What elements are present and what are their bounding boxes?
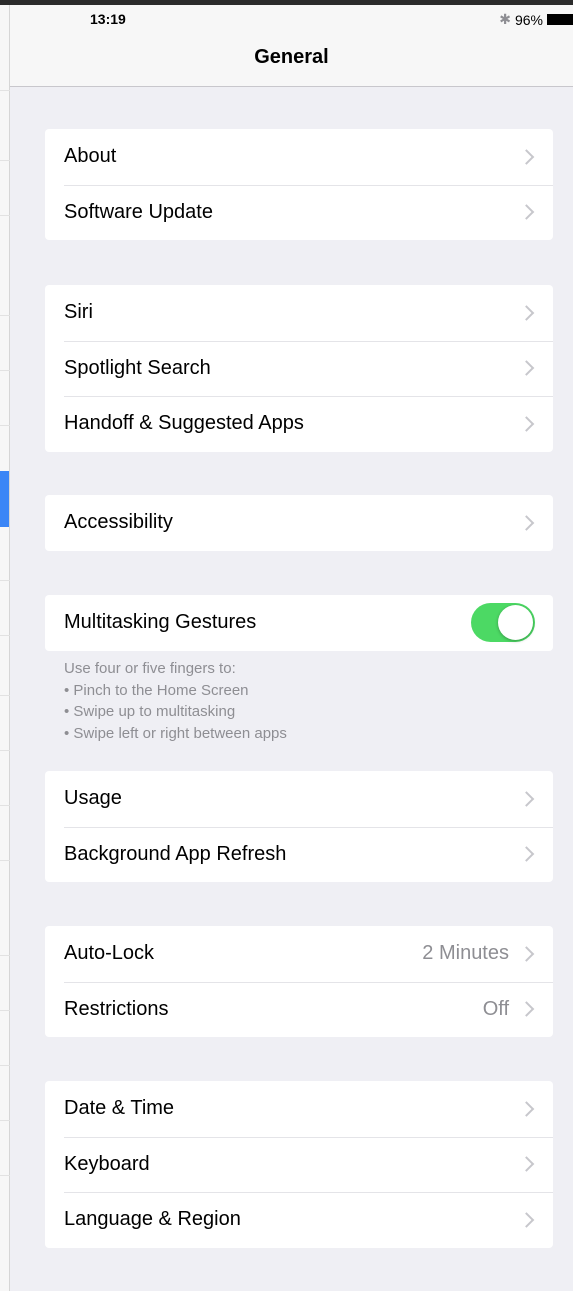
settings-group-lock: Auto-Lock 2 Minutes Restrictions Off xyxy=(45,926,553,1037)
settings-group-siri: Siri Spotlight Search Handoff & Suggeste… xyxy=(45,285,553,452)
divider xyxy=(0,1120,10,1121)
master-list-edge xyxy=(0,5,10,1291)
battery-percent: 96% xyxy=(514,11,543,28)
row-restrictions[interactable]: Restrictions Off xyxy=(45,981,553,1038)
row-label: Handoff & Suggested Apps xyxy=(64,412,304,435)
row-background-app-refresh[interactable]: Background App Refresh xyxy=(45,826,553,883)
settings-group-multitasking: Multitasking Gestures xyxy=(45,595,553,651)
settings-group-about: About Software Update xyxy=(45,129,553,240)
divider xyxy=(0,1010,10,1011)
row-multitasking-gestures: Multitasking Gestures xyxy=(45,595,553,651)
divider xyxy=(0,315,10,316)
bluetooth-icon: ✱ xyxy=(499,11,511,27)
footer-line: • Swipe left or right between apps xyxy=(64,724,287,742)
selected-item-indicator xyxy=(0,471,9,527)
row-usage[interactable]: Usage xyxy=(45,771,553,827)
divider xyxy=(0,695,10,696)
row-language-region[interactable]: Language & Region xyxy=(45,1192,553,1248)
navigation-bar: General xyxy=(10,33,573,87)
divider xyxy=(0,1065,10,1066)
chevron-right-icon xyxy=(518,1156,535,1173)
chevron-right-icon xyxy=(518,1211,535,1228)
chevron-right-icon xyxy=(518,415,535,432)
toggle-knob xyxy=(498,605,533,640)
divider xyxy=(0,635,10,636)
row-label: Restrictions xyxy=(64,997,169,1020)
chevron-right-icon xyxy=(518,148,535,165)
row-label: Background App Refresh xyxy=(64,842,287,865)
divider xyxy=(0,860,10,861)
divider xyxy=(0,425,10,426)
battery-icon xyxy=(547,14,573,25)
divider xyxy=(0,370,10,371)
row-label: About xyxy=(64,145,117,168)
row-siri[interactable]: Siri xyxy=(45,285,553,341)
divider xyxy=(0,1175,10,1176)
row-keyboard[interactable]: Keyboard xyxy=(45,1136,553,1193)
row-about[interactable]: About xyxy=(45,129,553,185)
row-label: Spotlight Search xyxy=(64,356,211,379)
chevron-right-icon xyxy=(518,514,535,531)
row-label: Software Update xyxy=(64,200,213,223)
row-spotlight-search[interactable]: Spotlight Search xyxy=(45,340,553,397)
chevron-right-icon xyxy=(518,790,535,807)
row-label: Date & Time xyxy=(64,1097,175,1120)
row-label: Siri xyxy=(64,301,93,324)
multitasking-footer-note: Use four or five fingers to: • Pinch to … xyxy=(64,658,534,744)
settings-group-usage: Usage Background App Refresh xyxy=(45,771,553,882)
chevron-right-icon xyxy=(518,360,535,377)
row-label: Accessibility xyxy=(64,511,173,534)
chevron-right-icon xyxy=(518,1100,535,1117)
row-value: 2 Minutes xyxy=(422,942,509,965)
row-date-time[interactable]: Date & Time xyxy=(45,1081,553,1137)
chevron-right-icon xyxy=(518,204,535,221)
status-bar: 13:19 ✱ 96% xyxy=(10,5,573,33)
row-label: Language & Region xyxy=(64,1208,241,1231)
row-label: Keyboard xyxy=(64,1152,150,1175)
row-auto-lock[interactable]: Auto-Lock 2 Minutes xyxy=(45,926,553,982)
footer-line: • Swipe up to multitasking xyxy=(64,703,236,720)
footer-line: • Pinch to the Home Screen xyxy=(64,681,249,699)
divider xyxy=(0,90,10,91)
divider xyxy=(0,580,10,581)
divider xyxy=(0,955,10,956)
divider xyxy=(0,215,10,216)
row-accessibility[interactable]: Accessibility xyxy=(45,495,553,551)
row-value: Off xyxy=(482,997,509,1020)
status-time: 13:19 xyxy=(90,11,126,27)
divider xyxy=(0,805,10,806)
settings-group-accessibility: Accessibility xyxy=(45,495,553,551)
chevron-right-icon xyxy=(518,304,535,321)
divider xyxy=(0,160,10,161)
multitasking-toggle[interactable] xyxy=(471,603,535,642)
chevron-right-icon xyxy=(518,945,535,962)
settings-group-date-language: Date & Time Keyboard Language & Region xyxy=(45,1081,553,1248)
status-right: ✱ 96% xyxy=(499,11,573,28)
row-label: Usage xyxy=(64,787,122,810)
chevron-right-icon xyxy=(518,846,535,863)
row-label: Auto-Lock xyxy=(64,942,155,965)
footer-line: Use four or five fingers to: xyxy=(64,660,236,677)
page-title: General xyxy=(254,46,329,68)
row-label: Multitasking Gestures xyxy=(64,611,257,634)
row-software-update[interactable]: Software Update xyxy=(45,184,553,241)
chevron-right-icon xyxy=(518,1001,535,1018)
row-handoff[interactable]: Handoff & Suggested Apps xyxy=(45,396,553,452)
divider xyxy=(0,750,10,751)
